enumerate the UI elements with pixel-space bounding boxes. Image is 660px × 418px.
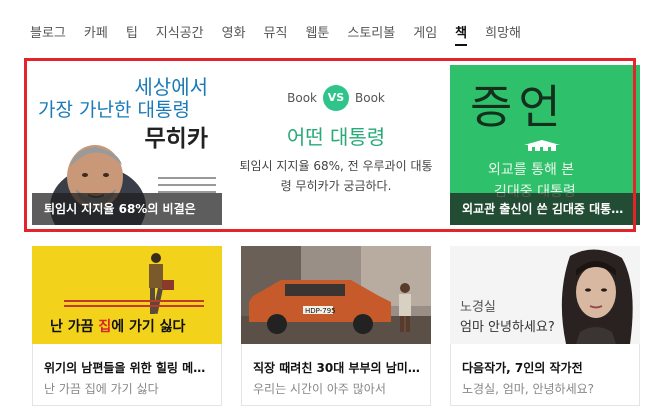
tile-title[interactable]: 직장 때려친 30대 부부의 남미… bbox=[253, 359, 423, 376]
tile-cover-image: HDP-795 bbox=[241, 246, 431, 344]
tile-title[interactable]: 다음작가, 7인의 작가전 bbox=[462, 359, 632, 376]
tile-subtitle: 난 가끔 집에 가기 싫다 bbox=[44, 382, 159, 396]
author-portrait-image bbox=[561, 249, 633, 344]
cover-text: 난 가끔 집에 가기 싫다 bbox=[50, 319, 186, 335]
category-nav: 블로그 카페 팁 지식공간 영화 뮤직 웹툰 스토리볼 게임 책 희망해 bbox=[30, 22, 539, 46]
nav-item-tip[interactable]: 팁 bbox=[126, 22, 138, 46]
nav-item-book[interactable]: 책 bbox=[455, 22, 467, 46]
book-tile-3[interactable]: 노경실 엄마 안녕하세요? 다음작가, 7인의 작가전 노경실, 엄마, 안녕하… bbox=[450, 246, 640, 406]
tile-subtitle: 노경실, 엄마, 안녕하세요? bbox=[462, 382, 595, 396]
book-tile-1[interactable]: 난 가끔 집에 가기 싫다 위기의 남편들을 위한 힐링 메… 난 가끔 집에 … bbox=[32, 246, 222, 406]
nav-item-game[interactable]: 게임 bbox=[413, 22, 437, 46]
nav-item-hope[interactable]: 희망해 bbox=[485, 22, 521, 46]
tile-subtitle: 우리는 시간이 아주 많아서 bbox=[253, 382, 386, 396]
cover-small-print bbox=[64, 300, 204, 310]
nav-item-music[interactable]: 뮤직 bbox=[264, 22, 288, 46]
cover-author-name: 노경실 bbox=[460, 300, 496, 315]
nav-item-blog[interactable]: 블로그 bbox=[30, 22, 66, 46]
tile-cover-image: 노경실 엄마 안녕하세요? bbox=[450, 246, 640, 344]
book-tile-2[interactable]: HDP-795 직장 때려친 30대 부부의 남미… 우리는 시간이 아주 많아… bbox=[241, 246, 431, 406]
nav-item-movie[interactable]: 영화 bbox=[222, 22, 246, 46]
featured-highlight-border bbox=[24, 58, 636, 232]
nav-item-knowledge[interactable]: 지식공간 bbox=[156, 22, 204, 46]
tile-title[interactable]: 위기의 남편들을 위한 힐링 메… bbox=[44, 359, 214, 376]
nav-item-webtoon[interactable]: 웹툰 bbox=[305, 22, 329, 46]
car-photo: HDP-795 bbox=[241, 246, 431, 344]
nav-item-storyball[interactable]: 스토리볼 bbox=[347, 22, 395, 46]
svg-text:HDP-795: HDP-795 bbox=[305, 307, 336, 315]
tile-cover-image: 난 가끔 집에 가기 싫다 bbox=[32, 246, 222, 344]
cover-text: 엄마 안녕하세요? bbox=[460, 320, 555, 335]
nav-item-cafe[interactable]: 카페 bbox=[84, 22, 108, 46]
